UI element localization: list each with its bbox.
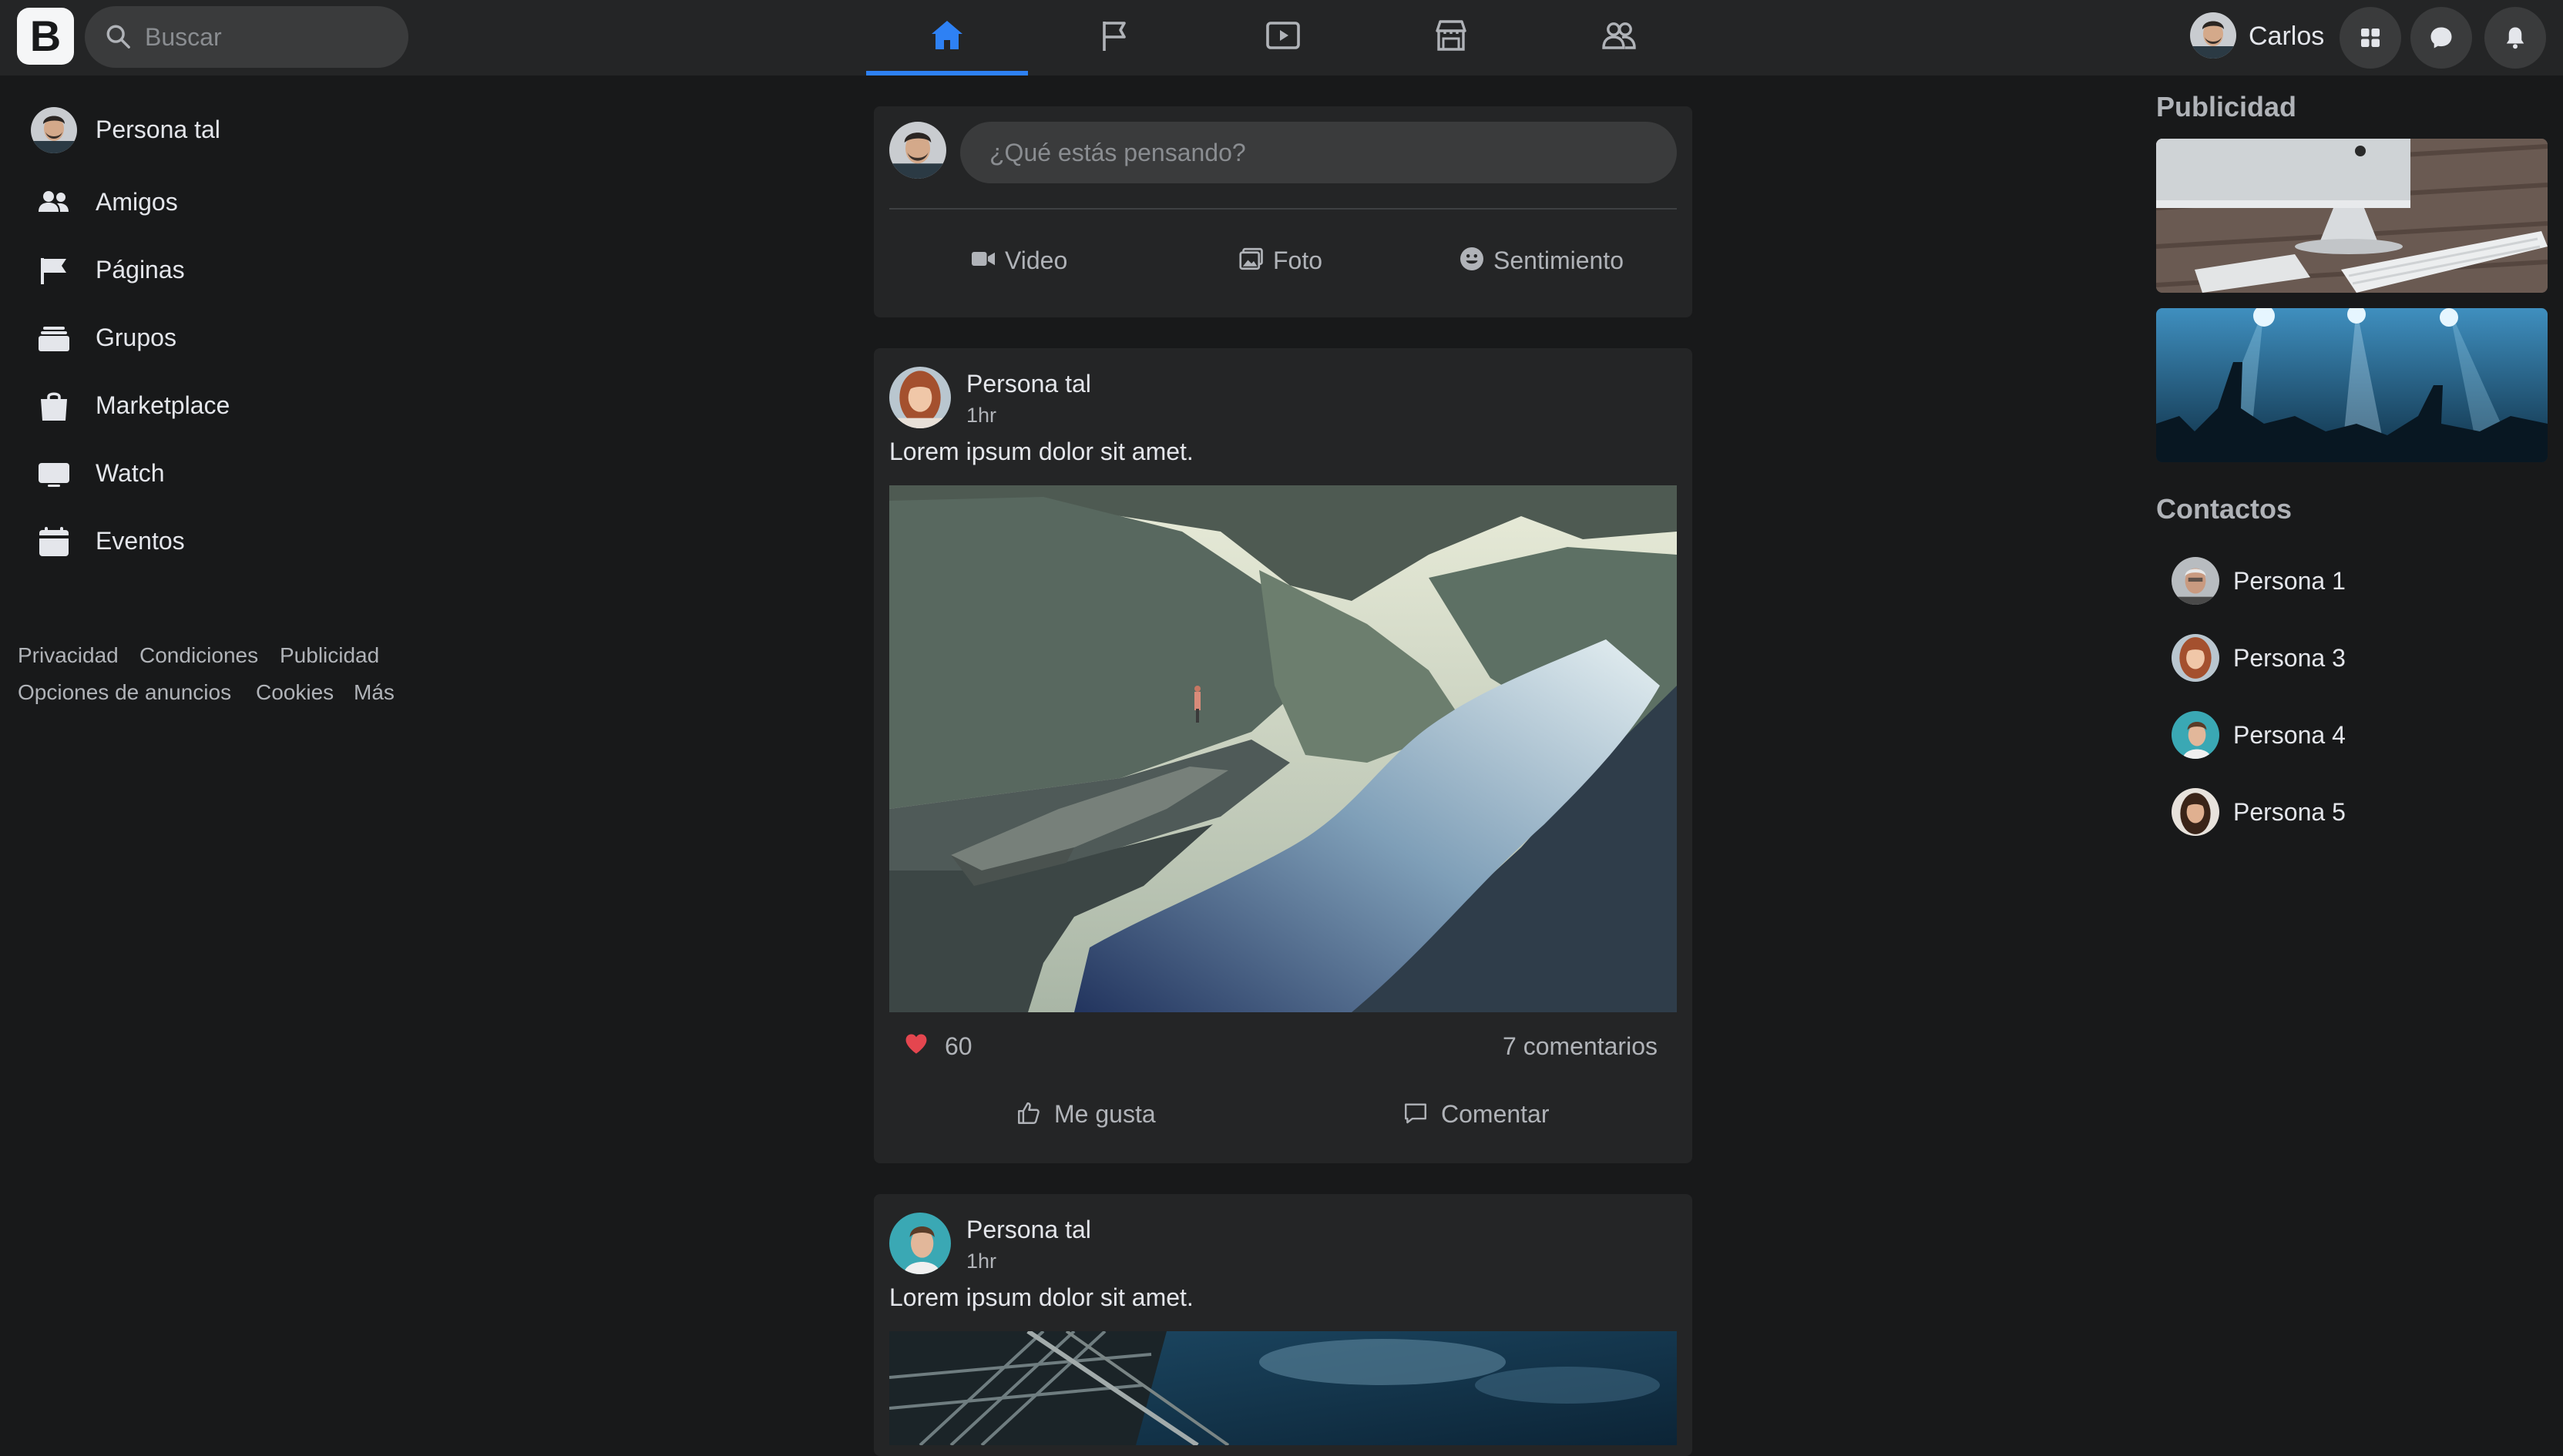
sidebar-item-watch[interactable]: Watch (31, 447, 493, 501)
sidebar-item-pages[interactable]: Páginas (31, 243, 493, 297)
people-icon (1602, 22, 1636, 49)
post-author[interactable]: Persona tal (966, 1216, 1091, 1244)
divider (889, 208, 1677, 210)
composer-input[interactable]: ¿Qué estás pensando? (960, 122, 1677, 183)
post-card: Persona tal 1hr Lorem ipsum dolor sit am… (874, 1194, 1692, 1456)
ads-title: Publicidad (2156, 91, 2297, 122)
play-icon (1266, 22, 1300, 49)
calendar-icon (39, 527, 69, 556)
sidebar-item-label: Grupos (96, 324, 176, 351)
avatar[interactable] (889, 367, 951, 428)
contact-name: Persona 3 (2233, 644, 2346, 672)
sidebar-item-label: Watch (96, 459, 165, 487)
post-composer: ¿Qué estás pensando? Video Foto Sentimie… (874, 106, 1692, 317)
comment-count[interactable]: 7 comentarios (1503, 1032, 1658, 1061)
sidebar-item-friends[interactable]: Amigos (31, 176, 493, 230)
search-bar[interactable] (85, 6, 408, 68)
contact-item[interactable]: Persona 1 (2172, 553, 2541, 607)
comment-button-label: Comentar (1441, 1100, 1550, 1128)
sidebar-item-label: Persona tal (96, 116, 220, 143)
avatar (2172, 634, 2219, 682)
video-camera-icon (972, 252, 995, 266)
post-text: Lorem ipsum dolor sit amet. (889, 1283, 1194, 1311)
contact-item[interactable]: Persona 3 (2172, 630, 2541, 684)
tab-watch[interactable] (1202, 0, 1364, 75)
photo-icon (1239, 247, 1263, 270)
like-count[interactable]: 60 (945, 1032, 972, 1061)
post-text: Lorem ipsum dolor sit amet. (889, 438, 1194, 465)
sidebar-item-label: Amigos (96, 188, 178, 216)
flag-icon (41, 258, 66, 284)
footer-link-privacy[interactable]: Privacidad (18, 643, 119, 668)
search-icon (106, 25, 130, 49)
store-icon (1436, 20, 1466, 51)
menu-grid-button[interactable] (2340, 7, 2401, 69)
home-icon (932, 21, 962, 49)
sidebar-item-events[interactable]: Eventos (31, 515, 493, 569)
avatar (2172, 711, 2219, 759)
comment-icon (1405, 1103, 1426, 1124)
tab-home[interactable] (866, 0, 1028, 75)
sidebar-item-label: Marketplace (96, 391, 230, 419)
thumbs-up-icon (1018, 1102, 1040, 1124)
post-card: Persona tal 1hr Lorem ipsum dolor sit am… (874, 348, 1692, 1163)
composer-action-label: Foto (1273, 247, 1323, 274)
tv-icon (39, 463, 69, 487)
bag-icon (41, 392, 67, 421)
composer-action-label: Video (1005, 247, 1068, 274)
footer-link-cookies[interactable]: Cookies (256, 680, 334, 705)
contact-item[interactable]: Persona 4 (2172, 707, 2541, 761)
groups-icon (39, 327, 69, 351)
sidebar-item-label: Eventos (96, 527, 185, 555)
contacts-title: Contactos (2156, 493, 2293, 525)
avatar (2172, 557, 2219, 605)
post-timestamp[interactable]: 1hr (966, 404, 996, 428)
tab-marketplace[interactable] (1370, 0, 1532, 75)
footer-link-advertising[interactable]: Publicidad (280, 643, 379, 668)
messenger-icon (2430, 27, 2452, 49)
ad-image[interactable] (2156, 308, 2548, 462)
avatar (2172, 788, 2219, 836)
search-input[interactable] (145, 6, 391, 68)
contact-item[interactable]: Persona 5 (2172, 784, 2541, 838)
ad-image[interactable] (2156, 139, 2548, 293)
heart-icon (905, 1034, 927, 1054)
avatar (31, 107, 77, 153)
friends-icon (39, 191, 69, 212)
sidebar-item-profile[interactable]: Persona tal (31, 103, 493, 157)
tab-pages[interactable] (1034, 0, 1196, 75)
post-photo[interactable] (889, 1331, 1677, 1445)
footer-link-terms[interactable]: Condiciones (139, 643, 258, 668)
avatar (889, 122, 946, 179)
tab-groups[interactable] (1538, 0, 1700, 75)
sidebar-item-label: Páginas (96, 256, 185, 283)
like-button-label: Me gusta (1054, 1100, 1156, 1128)
footer-link-ad-choices[interactable]: Opciones de anuncios (18, 680, 231, 705)
avatar (2190, 12, 2236, 59)
composer-action-label: Sentimiento (1493, 247, 1624, 274)
top-navigation-bar: B Buscar Carlos (0, 0, 2563, 75)
messenger-button[interactable] (2410, 7, 2472, 69)
smiley-icon (1460, 247, 1483, 270)
bell-icon (2506, 27, 2524, 49)
brand-logo[interactable]: B (17, 8, 74, 65)
sidebar-item-marketplace[interactable]: Marketplace (31, 379, 493, 433)
grid-icon (2361, 29, 2380, 47)
post-photo[interactable] (889, 485, 1677, 1012)
contact-name: Persona 1 (2233, 567, 2346, 595)
post-timestamp[interactable]: 1hr (966, 1250, 996, 1273)
avatar[interactable] (889, 1213, 951, 1274)
contact-name: Persona 5 (2233, 798, 2346, 826)
notifications-button[interactable] (2484, 7, 2546, 69)
footer-link-more[interactable]: Más (354, 680, 395, 705)
sidebar-item-groups[interactable]: Grupos (31, 311, 493, 365)
user-name: Carlos (2249, 22, 2325, 51)
contact-name: Persona 4 (2233, 721, 2346, 749)
post-author[interactable]: Persona tal (966, 370, 1091, 398)
flag-icon (1103, 22, 1126, 51)
